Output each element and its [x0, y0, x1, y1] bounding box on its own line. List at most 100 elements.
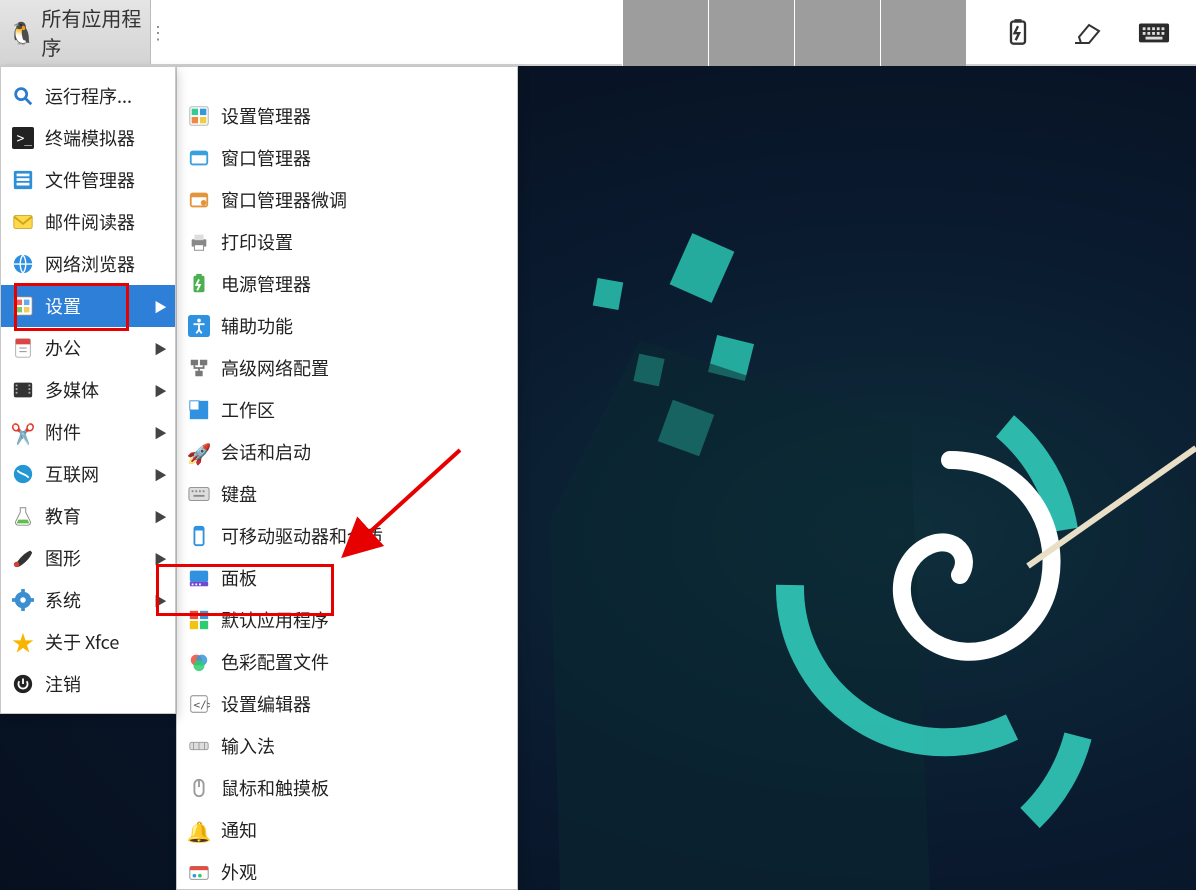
menu-item-about[interactable]: ★关于 Xfce [1, 621, 175, 663]
menu-item-files[interactable]: 文件管理器 [1, 159, 175, 201]
submenu-item-label: 色彩配置文件 [221, 649, 329, 675]
submenu-item-window-manager-tweaks[interactable]: 窗口管理器微调 [177, 179, 517, 221]
office-icon [11, 336, 35, 360]
submenu-item-label: 输入法 [221, 733, 275, 759]
menu-item-education[interactable]: 教育▶ [1, 495, 175, 537]
mouse-icon [187, 776, 211, 800]
chevron-right-icon: ▶ [154, 507, 167, 526]
menu-item-accessories[interactable]: ✂️ 附件 ▶ [1, 411, 175, 453]
submenu-item-mouse[interactable]: 鼠标和触摸板 [177, 767, 517, 809]
submenu-item-label: 鼠标和触摸板 [221, 775, 329, 801]
submenu-item-label: 电源管理器 [221, 271, 311, 297]
menu-item-media[interactable]: 多媒体 ▶ [1, 369, 175, 411]
settings-submenu: 设置管理器窗口管理器窗口管理器微调打印设置电源管理器辅助功能高级网络配置工作区🚀… [176, 66, 518, 890]
terminal-icon: >_ [11, 126, 35, 150]
submenu-item-label: 默认应用程序 [221, 607, 329, 633]
submenu-item-settings-manager[interactable]: 设置管理器 [177, 95, 517, 137]
menu-item-office[interactable]: 办公 ▶ [1, 327, 175, 369]
menu-item-label: 注销 [45, 671, 81, 697]
globe-icon [11, 252, 35, 276]
network-icon [187, 356, 211, 380]
chevron-right-icon: ▶ [154, 381, 167, 400]
gear-icon-blue [11, 588, 35, 612]
printer-icon [187, 230, 211, 254]
menu-item-system[interactable]: 系统 ▶ [1, 579, 175, 621]
bell-icon: 🔔 [187, 818, 211, 842]
panel-grip-icon: ⋮ [154, 0, 162, 64]
menu-item-label: 办公 [45, 335, 81, 361]
panel-icon [187, 566, 211, 590]
menu-item-web[interactable]: 网络浏览器 [1, 243, 175, 285]
chevron-right-icon: ▶ [154, 339, 167, 358]
movie-icon [11, 378, 35, 402]
submenu-item-label: 可移动驱动器和介质 [221, 523, 383, 549]
menu-item-label: 网络浏览器 [45, 251, 135, 277]
submenu-item-accessibility[interactable]: 辅助功能 [177, 305, 517, 347]
battery-icon[interactable] [1002, 16, 1034, 48]
menu-item-label: 运行程序... [45, 83, 132, 109]
taskbar-buttons [622, 0, 966, 64]
task-button[interactable] [880, 0, 966, 66]
menu-item-mail[interactable]: 邮件阅读器 [1, 201, 175, 243]
chevron-right-icon: ▶ [154, 423, 167, 442]
submenu-item-label: 设置编辑器 [221, 691, 311, 717]
submenu-item-settings-editor[interactable]: </> 设置编辑器 [177, 683, 517, 725]
accessibility-icon [187, 314, 211, 338]
keyboard-icon [187, 482, 211, 506]
menu-item-internet[interactable]: 互联网▶ [1, 453, 175, 495]
settings-square-icon [11, 294, 35, 318]
scissors-icon: ✂️ [11, 420, 35, 444]
submenu-item-label: 辅助功能 [221, 313, 293, 339]
submenu-item-print[interactable]: 打印设置 [177, 221, 517, 263]
input-icon [187, 734, 211, 758]
menu-item-label: 附件 [45, 419, 81, 445]
submenu-item-network[interactable]: 高级网络配置 [177, 347, 517, 389]
submenu-item-label: 通知 [221, 817, 257, 843]
wm-tweaks-icon [187, 188, 211, 212]
submenu-item-notify[interactable]: 🔔 通知 [177, 809, 517, 851]
submenu-item-workspaces[interactable]: 工作区 [177, 389, 517, 431]
submenu-item-removable[interactable]: 可移动驱动器和介质 [177, 515, 517, 557]
eraser-icon[interactable] [1070, 16, 1102, 48]
submenu-item-window-manager[interactable]: 窗口管理器 [177, 137, 517, 179]
menu-item-settings[interactable]: 设置 ▶ [1, 285, 175, 327]
menu-item-label: 系统 [45, 587, 81, 613]
submenu-item-default-apps[interactable]: 默认应用程序 [177, 599, 517, 641]
menu-item-terminal[interactable]: >_终端模拟器 [1, 117, 175, 159]
chevron-right-icon: ▶ [154, 297, 167, 316]
submenu-item-panel[interactable]: 面板 [177, 557, 517, 599]
chevron-right-icon: ▶ [154, 549, 167, 568]
keyboard-tray-icon[interactable] [1138, 16, 1170, 48]
menu-item-logout[interactable]: 注销 [1, 663, 175, 705]
submenu-item-label: 打印设置 [221, 229, 293, 255]
applications-menu-button[interactable]: 🐧 所有应用程序 ⋮ [0, 0, 151, 64]
chevron-right-icon: ▶ [154, 591, 167, 610]
flask-icon [11, 504, 35, 528]
menu-item-label: 设置 [45, 293, 81, 319]
submenu-item-session[interactable]: 🚀会话和启动 [177, 431, 517, 473]
internet-icon [11, 462, 35, 486]
menu-item-run[interactable]: 运行程序... [1, 75, 175, 117]
submenu-item-input-method[interactable]: 输入法 [177, 725, 517, 767]
task-button[interactable] [708, 0, 794, 66]
svg-text:</>: </> [194, 699, 211, 712]
menu-item-graphics[interactable]: 图形▶ [1, 537, 175, 579]
mail-icon [11, 210, 35, 234]
top-panel: 🐧 所有应用程序 ⋮ [0, 0, 1196, 66]
color-icon [187, 650, 211, 674]
submenu-item-keyboard[interactable]: 键盘 [177, 473, 517, 515]
appearance-icon [187, 860, 211, 884]
menu-item-label: 关于 Xfce [45, 629, 119, 655]
submenu-item-label: 外观 [221, 859, 257, 885]
submenu-item-power[interactable]: 电源管理器 [177, 263, 517, 305]
submenu-item-label: 面板 [221, 565, 257, 591]
submenu-item-appearance[interactable]: 外观 [177, 851, 517, 890]
submenu-item-label: 键盘 [221, 481, 257, 507]
submenu-item-label: 窗口管理器微调 [221, 187, 347, 213]
task-button[interactable] [622, 0, 708, 66]
panel-spacer [151, 0, 622, 64]
task-button[interactable] [794, 0, 880, 66]
menu-item-label: 多媒体 [45, 377, 99, 403]
submenu-item-color[interactable]: 色彩配置文件 [177, 641, 517, 683]
default-apps-icon [187, 608, 211, 632]
